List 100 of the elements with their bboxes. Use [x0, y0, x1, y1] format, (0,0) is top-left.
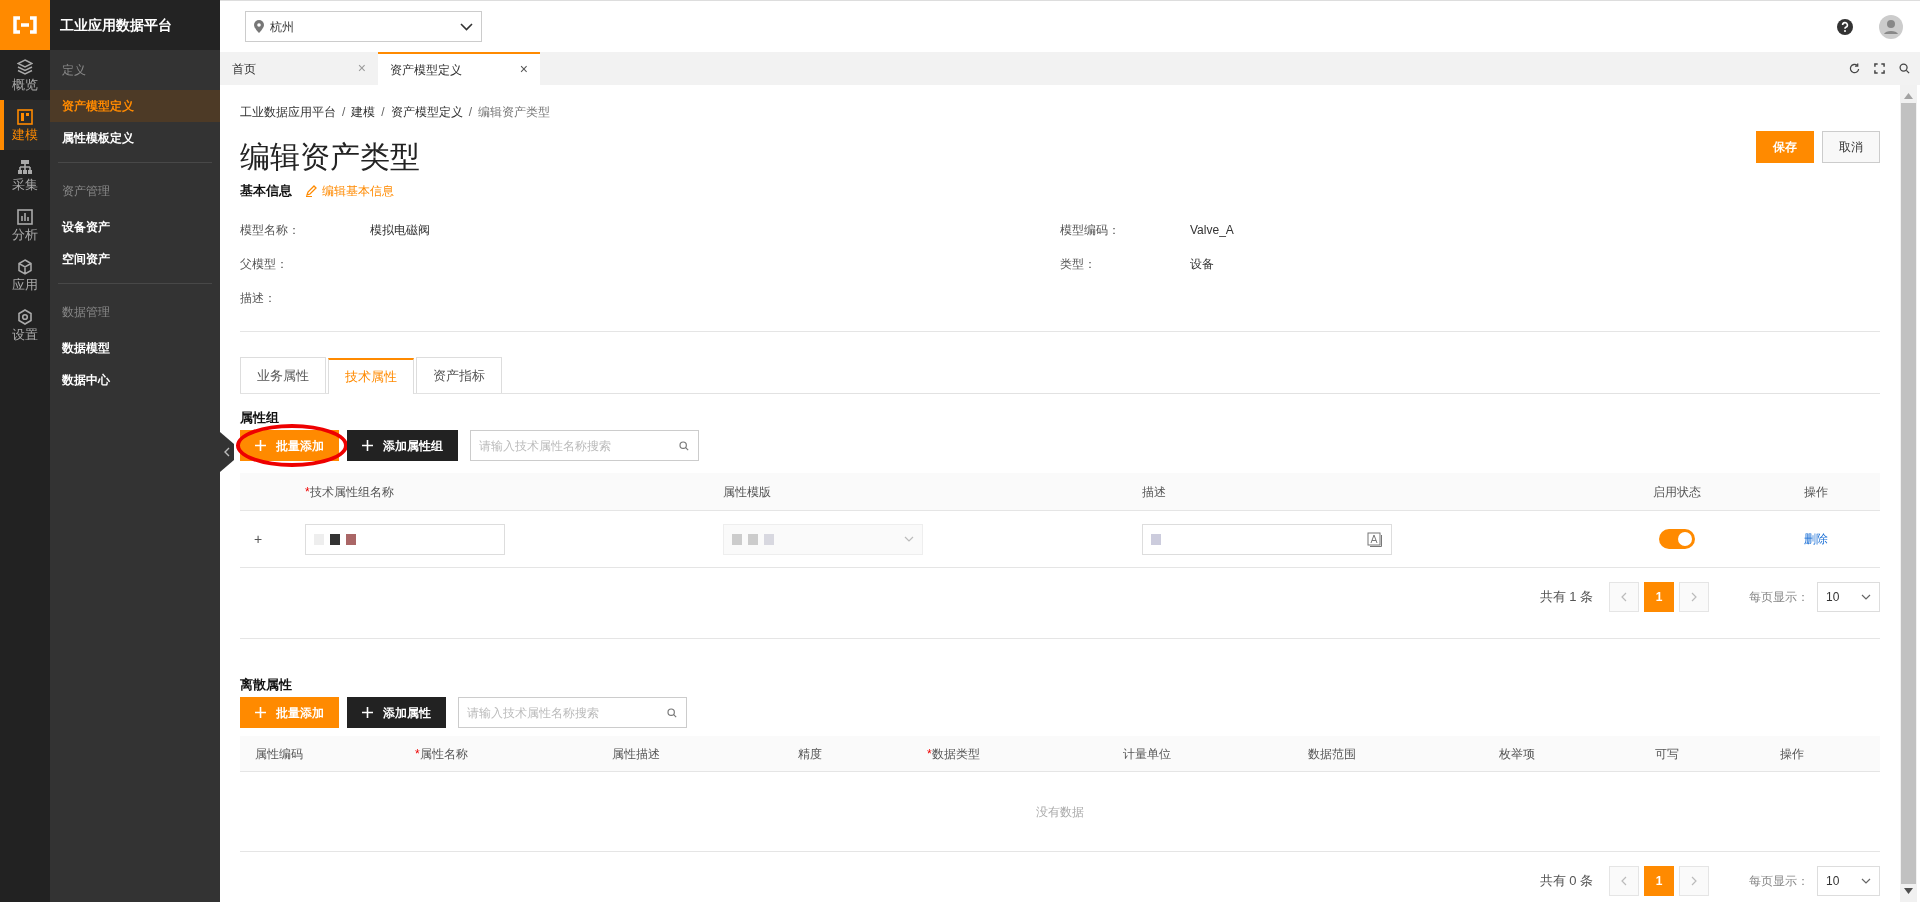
- refresh-icon[interactable]: [1849, 63, 1860, 74]
- column-header: 属性模版: [723, 483, 771, 501]
- pencil-icon: [306, 185, 317, 197]
- page-size-select[interactable]: 10: [1817, 866, 1880, 896]
- empty-message: 没有数据: [1036, 803, 1084, 821]
- page-tab[interactable]: 资产模型定义 ×: [378, 52, 540, 85]
- cube-icon: [17, 258, 33, 275]
- page-title: 编辑资产类型: [240, 139, 420, 175]
- total-count: 共有 1 条: [1539, 588, 1593, 607]
- rail-item[interactable]: 概览: [0, 50, 50, 100]
- scroll-up-icon[interactable]: [1904, 93, 1913, 99]
- field-value: Valve_A: [1190, 222, 1234, 239]
- column-header: 属性描述: [612, 745, 660, 763]
- field-label: 模型名称：: [240, 222, 301, 239]
- redacted-text: [314, 533, 356, 545]
- column-header: 可写: [1655, 745, 1679, 763]
- section-heading: 离散属性: [240, 676, 293, 693]
- page-size-label: 每页显示：: [1749, 589, 1809, 606]
- scrollbar[interactable]: [1900, 85, 1917, 902]
- field-label: 描述：: [240, 290, 277, 307]
- column-header: 计量单位: [1123, 745, 1171, 763]
- field-value: 模拟电磁阀: [370, 222, 430, 239]
- column-header: *属性名称: [415, 745, 468, 763]
- column-header: 数据范围: [1308, 745, 1356, 763]
- nav-item[interactable]: 数据模型: [50, 332, 220, 364]
- nav-item[interactable]: 空间资产: [50, 243, 220, 275]
- tab[interactable]: 业务属性: [240, 357, 326, 393]
- search-icon[interactable]: [1899, 63, 1910, 74]
- page-size-label: 每页显示：: [1749, 873, 1809, 890]
- add-button[interactable]: 添加属性: [347, 697, 446, 728]
- column-header: *技术属性组名称: [305, 483, 394, 501]
- panel-icon: [17, 108, 33, 125]
- section-heading: 基本信息: [240, 182, 292, 201]
- input-field[interactable]: [305, 523, 505, 555]
- column-header: 属性编码: [255, 745, 303, 763]
- rail-item[interactable]: 设置: [0, 300, 50, 350]
- chevron-left-icon: [1621, 592, 1627, 602]
- breadcrumb-link[interactable]: 建模: [351, 103, 376, 121]
- nav-item[interactable]: 资产模型定义: [50, 90, 220, 122]
- search-icon: [667, 708, 677, 718]
- rail-item[interactable]: 应用: [0, 250, 50, 300]
- location-select[interactable]: 杭州: [245, 11, 482, 42]
- chevron-left-icon: [1621, 876, 1627, 886]
- page-size-select[interactable]: 10: [1817, 582, 1880, 612]
- rail-item[interactable]: 分析: [0, 200, 50, 250]
- search-field[interactable]: 请输入技术属性名称搜索: [458, 697, 687, 728]
- expand-toggle[interactable]: +: [240, 528, 305, 550]
- field-value: 设备: [1190, 256, 1214, 273]
- plus-icon: [362, 440, 373, 451]
- rail-item[interactable]: 采集: [0, 150, 50, 200]
- field-label: 类型：: [1060, 256, 1097, 273]
- chevron-right-icon: [1691, 592, 1697, 602]
- layers-icon: [17, 58, 33, 75]
- chevron-down-icon: [1861, 594, 1871, 600]
- search-icon: [679, 441, 689, 451]
- tab[interactable]: 资产指标: [416, 357, 502, 393]
- field-label: 父模型：: [240, 256, 289, 273]
- help-icon[interactable]: [1837, 18, 1853, 35]
- search-field[interactable]: 请输入技术属性名称搜索: [470, 430, 699, 461]
- breadcrumb-separator: /: [342, 104, 346, 121]
- gear-icon: [17, 308, 33, 325]
- avatar-icon[interactable]: [1879, 14, 1903, 39]
- text-format-icon[interactable]: [1367, 531, 1383, 547]
- description-field[interactable]: [1142, 523, 1392, 555]
- close-icon[interactable]: ×: [519, 59, 528, 80]
- nav-group-label: 资产管理: [61, 183, 111, 200]
- nav-item[interactable]: 设备资产: [50, 211, 220, 243]
- chevron-right-icon: [1691, 876, 1697, 886]
- breadcrumb-separator: /: [381, 104, 385, 121]
- bar-chart-icon: [17, 208, 33, 225]
- rail-item[interactable]: 建模: [0, 100, 50, 150]
- nav-item[interactable]: 属性模板定义: [50, 122, 220, 154]
- column-header: 精度: [798, 745, 822, 763]
- hierarchy-icon: [17, 158, 33, 175]
- breadcrumb-link[interactable]: 资产模型定义: [390, 103, 463, 121]
- breadcrumb-separator: /: [468, 104, 473, 121]
- column-header: 操作: [1780, 745, 1804, 763]
- column-header: *数据类型: [927, 745, 980, 763]
- toggle-switch[interactable]: [1659, 529, 1695, 549]
- column-header: 枚举项: [1499, 745, 1535, 763]
- scroll-down-icon[interactable]: [1904, 888, 1913, 894]
- chevron-down-icon: [904, 536, 914, 542]
- plus-icon: [255, 707, 266, 718]
- breadcrumb-current: 编辑资产类型: [478, 104, 551, 121]
- redacted-text: [1151, 533, 1161, 545]
- location-value: 杭州: [270, 18, 295, 36]
- add-button[interactable]: 添加属性组: [347, 430, 458, 461]
- nav-group-label: 定义: [61, 62, 87, 79]
- chevron-down-icon: [460, 22, 473, 31]
- nav-group-label: 数据管理: [61, 304, 111, 321]
- fullscreen-icon[interactable]: [1874, 63, 1885, 74]
- delete-link[interactable]: 删除: [1804, 530, 1828, 548]
- nav-item[interactable]: 数据中心: [50, 364, 220, 396]
- cancel-button[interactable]: 取消: [1822, 131, 1880, 163]
- map-pin-icon: [254, 20, 264, 33]
- page-tab[interactable]: 首页 ×: [220, 52, 378, 85]
- chevron-down-icon: [1861, 878, 1871, 884]
- logo-icon: [12, 16, 38, 34]
- breadcrumb-link[interactable]: 工业数据应用平台: [240, 103, 336, 121]
- column-header: 启用状态: [1653, 483, 1701, 501]
